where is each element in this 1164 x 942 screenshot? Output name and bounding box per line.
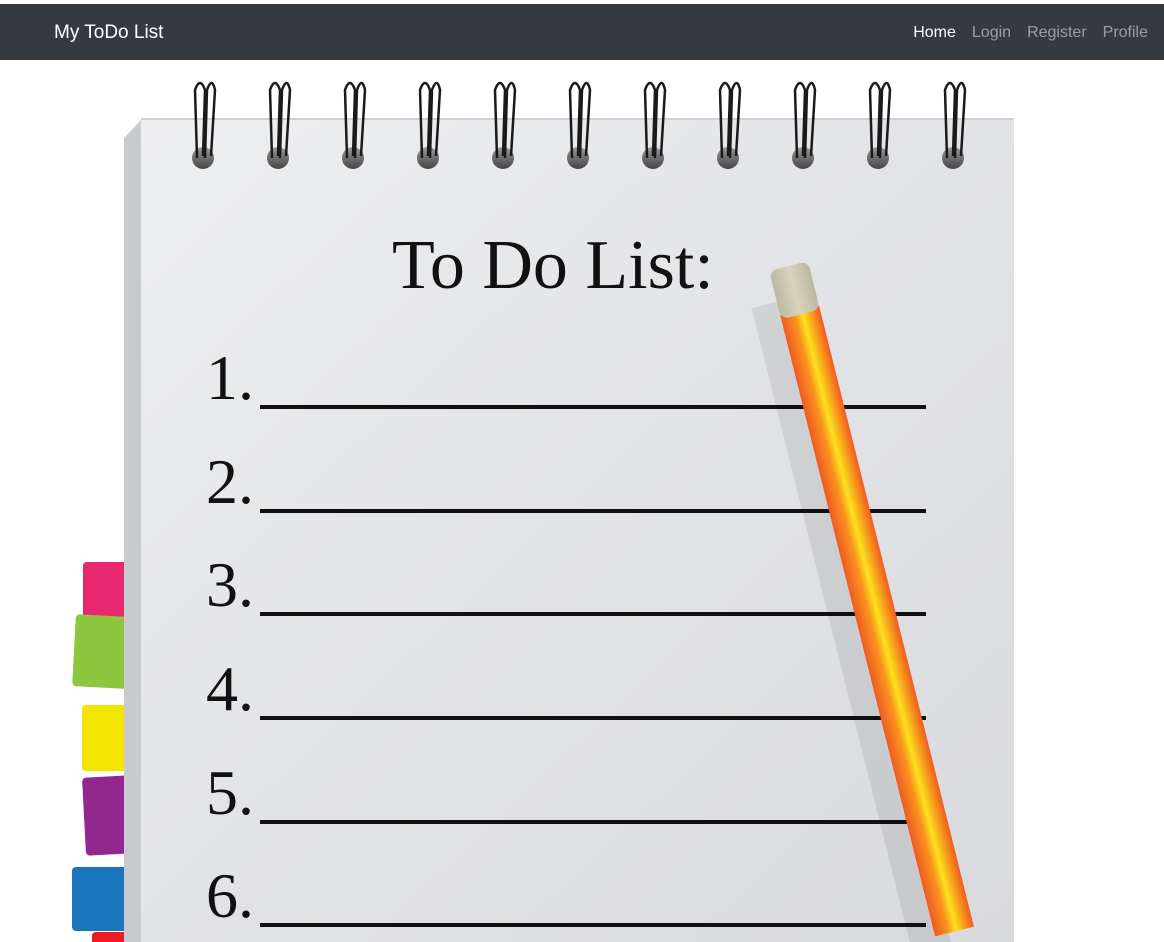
nav-link-register[interactable]: Register (1019, 23, 1095, 43)
line-number-6: 6. (206, 860, 254, 931)
notepad-title: To Do List: (392, 227, 714, 304)
line-number-2: 2. (206, 446, 254, 517)
nav-link-login[interactable]: Login (964, 23, 1019, 43)
line-number-5: 5. (206, 757, 254, 828)
nav-link-profile[interactable]: Profile (1095, 23, 1156, 43)
line-number-3: 3. (206, 549, 254, 620)
navbar: My ToDo List Home Login Register Profile (0, 4, 1164, 60)
nav-link-home[interactable]: Home (905, 23, 964, 43)
line-number-4: 4. (206, 653, 254, 724)
hero-image: To Do List: 1. 2. 3. 4. 5. 6. (0, 60, 1164, 942)
notepad-illustration: To Do List: 1. 2. 3. 4. 5. 6. (72, 81, 1014, 942)
nav-links: Home Login Register Profile (905, 23, 1156, 43)
line-number-1: 1. (206, 342, 254, 413)
brand-link[interactable]: My ToDo List (54, 22, 163, 44)
